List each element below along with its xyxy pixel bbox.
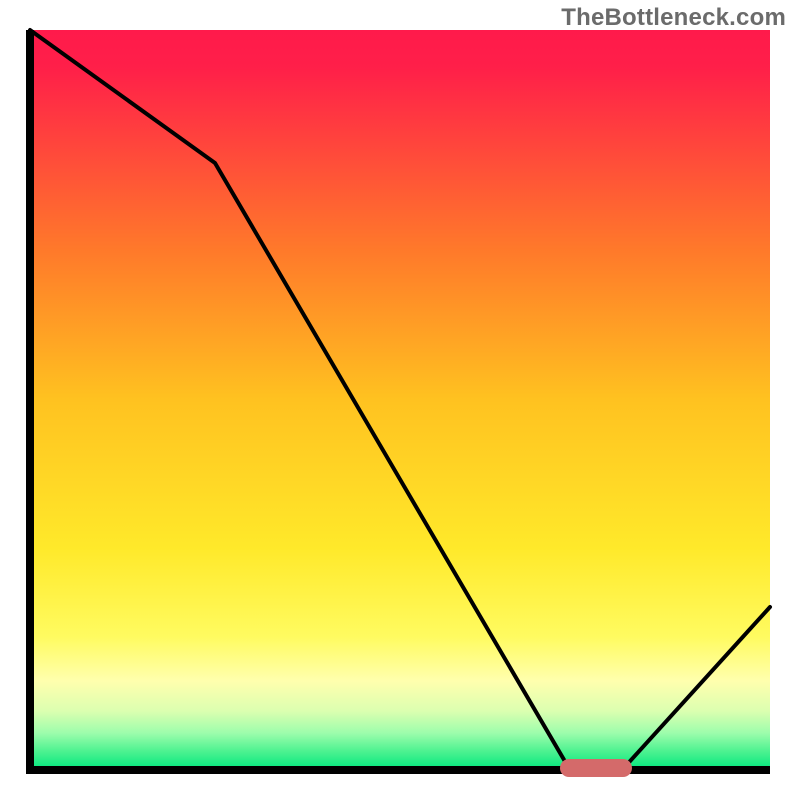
bottleneck-chart-svg bbox=[0, 0, 800, 800]
plot-background bbox=[30, 30, 770, 770]
chart-stage: TheBottleneck.com bbox=[0, 0, 800, 800]
optimal-zone-marker bbox=[560, 759, 632, 777]
